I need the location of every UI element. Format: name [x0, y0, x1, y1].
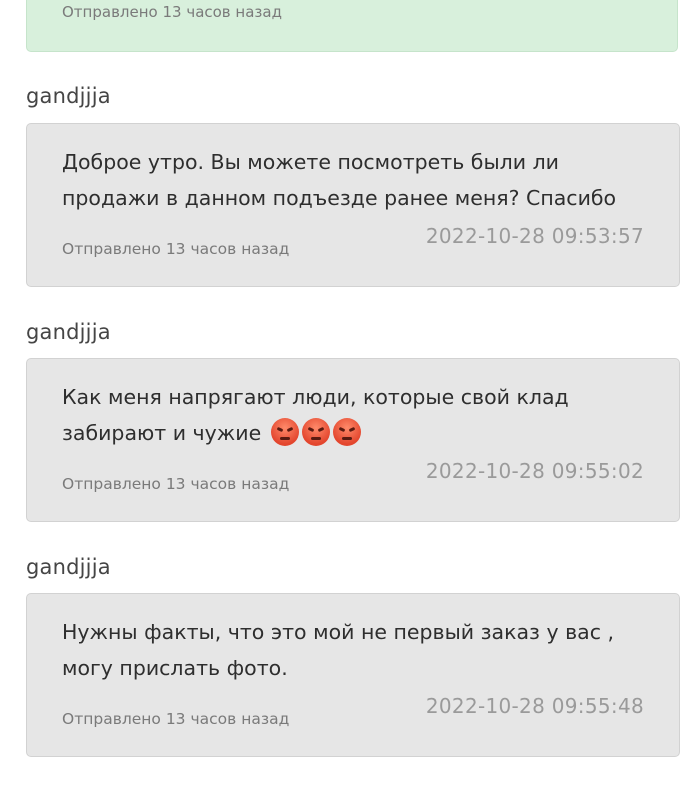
sent-time-label: Отправлено 13 часов назад	[62, 3, 282, 21]
message-author: gandjjja	[26, 555, 111, 579]
message-bubble: Как меня напрягают люди, которые свой кл…	[26, 358, 680, 522]
message-timestamp: 2022-10-28 09:55:02	[425, 459, 644, 483]
pouting-face-icon	[332, 418, 361, 446]
message-bubble: Доброе утро. Вы можете посмотреть были л…	[26, 123, 680, 287]
pouting-face-icon	[270, 418, 299, 446]
message-text-container: Как меня напрягают люди, которые свой кл…	[62, 379, 642, 451]
message-timestamp: 2022-10-28 09:53:57	[425, 224, 644, 248]
pouting-face-icon	[301, 418, 330, 446]
previous-message-bubble: Отправлено 13 часов назад	[26, 0, 678, 52]
sent-time-label: Отправлено 13 часов назад	[62, 240, 290, 258]
message-text: Доброе утро. Вы можете посмотреть были л…	[62, 150, 617, 210]
message-author: gandjjja	[26, 84, 111, 108]
message-bubble: Нужны факты, что это мой не первый заказ…	[26, 593, 680, 757]
message-author: gandjjja	[26, 320, 111, 344]
message-text: Нужны факты, что это мой не первый заказ…	[62, 620, 615, 680]
sent-time-label: Отправлено 13 часов назад	[62, 475, 290, 493]
message-timestamp: 2022-10-28 09:55:48	[425, 694, 644, 718]
sent-time-label: Отправлено 13 часов назад	[62, 710, 290, 728]
